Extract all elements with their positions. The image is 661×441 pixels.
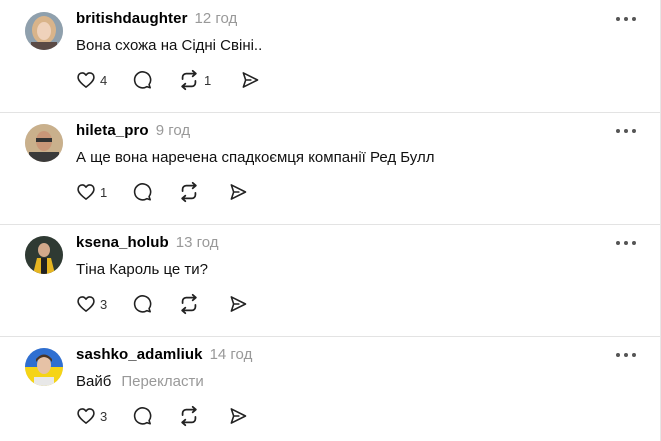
heart-icon	[77, 408, 95, 424]
post-text: Вона схожа на Сідні Свіні..	[76, 37, 262, 54]
translate-link[interactable]: Перекласти	[121, 373, 203, 390]
more-horizontal-icon	[616, 353, 620, 357]
like-count: 4	[100, 72, 108, 88]
repost-button[interactable]: 1	[178, 68, 240, 92]
post-header: hileta_pro 9 год	[76, 122, 190, 142]
repost-count: 1	[204, 72, 212, 88]
avatar[interactable]	[25, 348, 63, 386]
comment-button[interactable]	[132, 180, 178, 204]
more-options-button[interactable]	[616, 14, 636, 24]
share-button[interactable]	[228, 404, 248, 428]
username[interactable]: hileta_pro	[76, 122, 149, 139]
like-button[interactable]: 3	[76, 404, 132, 428]
like-button[interactable]: 4	[76, 68, 132, 92]
timestamp[interactable]: 9 год	[156, 122, 190, 139]
repost-button[interactable]	[178, 292, 228, 316]
post-header: ksena_holub 13 год	[76, 234, 219, 254]
post-header: britishdaughter 12 год	[76, 10, 237, 30]
post-text-content: Вона схожа на Сідні Свіні..	[76, 37, 263, 54]
more-options-button[interactable]	[616, 350, 636, 360]
like-count: 1	[100, 184, 108, 200]
repost-button[interactable]	[178, 180, 228, 204]
comment-bubble-icon	[133, 295, 152, 313]
like-button[interactable]: 1	[76, 180, 132, 204]
action-bar: 3	[76, 292, 248, 316]
comment-bubble-icon	[133, 407, 152, 425]
avatar[interactable]	[25, 124, 63, 162]
action-bar: 3	[76, 404, 248, 428]
username[interactable]: ksena_holub	[76, 234, 169, 251]
post-header: sashko_adamliuk 14 год	[76, 346, 252, 366]
comment-button[interactable]	[132, 404, 178, 428]
post-text-content: Тіна Кароль це ти?	[76, 261, 208, 278]
share-button[interactable]	[228, 180, 248, 204]
repost-arrows-icon	[181, 181, 197, 203]
post-text: А ще вона наречена спадкоємця компанії Р…	[76, 149, 434, 166]
comment-button[interactable]	[132, 292, 178, 316]
like-count: 3	[100, 408, 108, 424]
repost-arrows-icon	[181, 405, 197, 427]
heart-icon	[77, 72, 95, 88]
more-horizontal-icon	[616, 241, 620, 245]
avatar[interactable]	[25, 236, 63, 274]
send-paper-plane-icon	[230, 296, 247, 312]
post-text: Тіна Кароль це ти?	[76, 261, 208, 278]
repost-arrows-icon	[181, 69, 197, 91]
comment-bubble-icon	[133, 183, 152, 201]
username[interactable]: sashko_adamliuk	[76, 346, 203, 363]
send-paper-plane-icon	[230, 408, 247, 424]
heart-icon	[77, 184, 95, 200]
send-paper-plane-icon	[230, 184, 247, 200]
timestamp[interactable]: 13 год	[176, 234, 219, 251]
reply-post: hileta_pro 9 год А ще вона наречена спад…	[0, 112, 660, 225]
comment-bubble-icon	[133, 71, 152, 89]
more-options-button[interactable]	[616, 126, 636, 136]
comment-button[interactable]	[132, 68, 178, 92]
like-button[interactable]: 3	[76, 292, 132, 316]
like-count: 3	[100, 296, 108, 312]
share-button[interactable]	[228, 292, 248, 316]
reply-post: sashko_adamliuk 14 год Вайб Перекласти 3	[0, 336, 660, 441]
post-text-content: Вайб	[76, 373, 112, 390]
more-horizontal-icon	[616, 129, 620, 133]
timestamp[interactable]: 14 год	[210, 346, 253, 363]
heart-icon	[77, 296, 95, 312]
repost-arrows-icon	[181, 293, 197, 315]
share-button[interactable]	[240, 68, 260, 92]
post-text: Вайб Перекласти	[76, 373, 204, 390]
more-options-button[interactable]	[616, 238, 636, 248]
timestamp[interactable]: 12 год	[195, 10, 238, 27]
reply-post: ksena_holub 13 год Тіна Кароль це ти? 3	[0, 224, 660, 337]
post-text-content: А ще вона наречена спадкоємця компанії Р…	[76, 149, 435, 166]
action-bar: 1	[76, 180, 248, 204]
action-bar: 4 1	[76, 68, 260, 92]
avatar[interactable]	[25, 12, 63, 50]
username[interactable]: britishdaughter	[76, 10, 188, 27]
thread-replies: britishdaughter 12 год Вона схожа на Сід…	[0, 0, 661, 441]
send-paper-plane-icon	[242, 72, 259, 88]
repost-button[interactable]	[178, 404, 228, 428]
more-horizontal-icon	[616, 17, 620, 21]
reply-post: britishdaughter 12 год Вона схожа на Сід…	[0, 0, 660, 113]
